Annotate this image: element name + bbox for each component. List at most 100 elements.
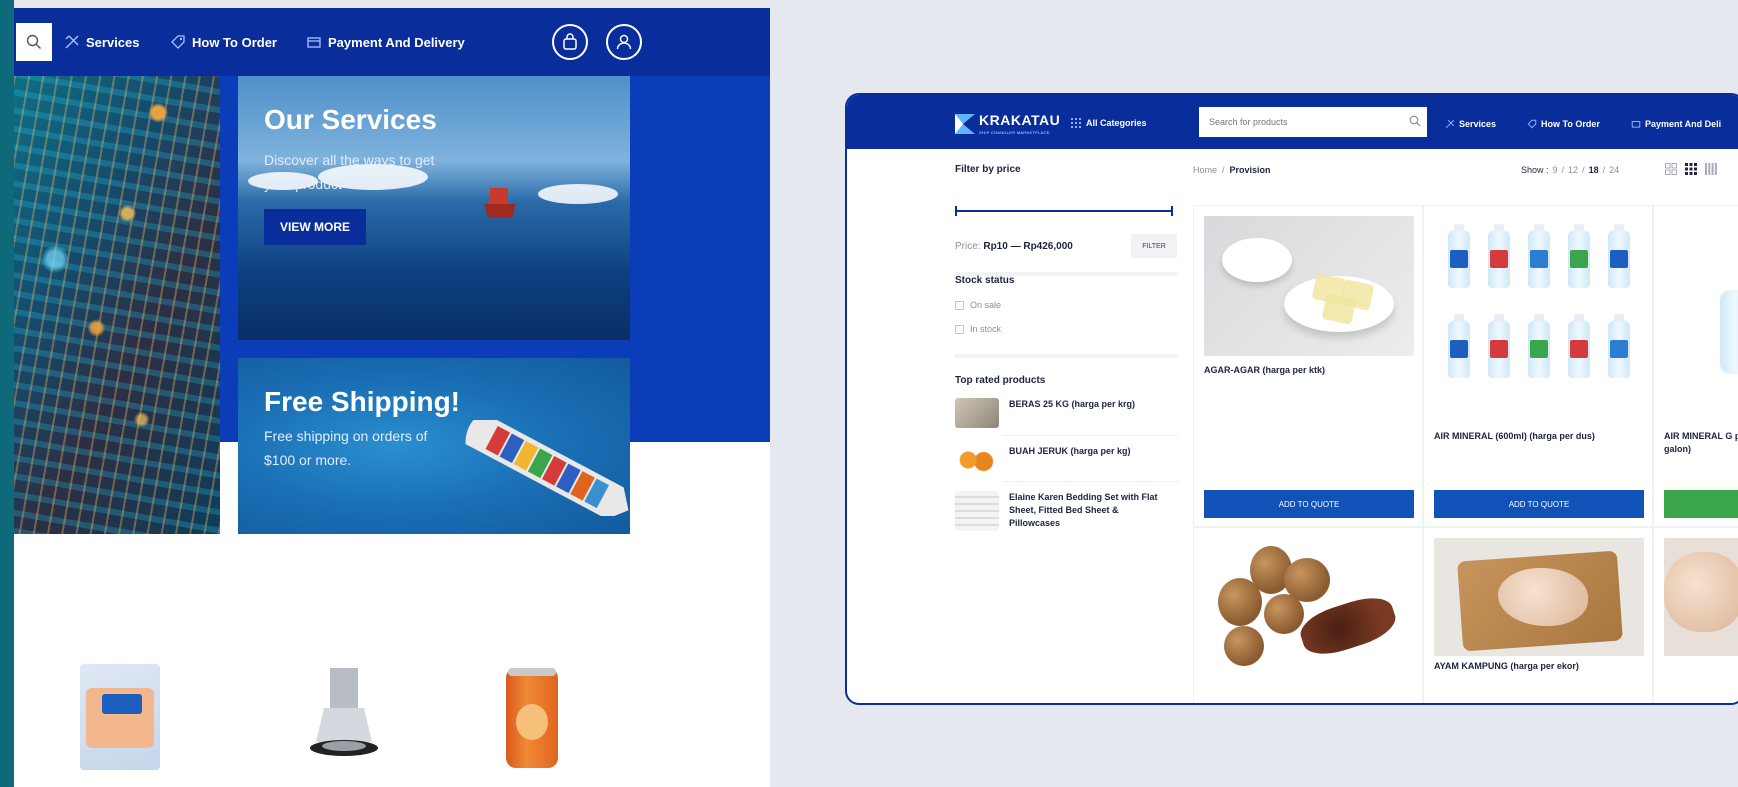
product-name[interactable]: AYAM KAMPUNG (harga per ekor) [1434, 660, 1644, 673]
shipping-title: Free Shipping! [264, 386, 460, 417]
search-icon[interactable] [1409, 115, 1421, 127]
product-card[interactable]: AYAM KAMPUNG (harga per ekor) [1423, 527, 1653, 703]
top-rated-name: BUAH JERUK (harga per kg) [1009, 446, 1131, 456]
product-image[interactable] [1664, 216, 1738, 426]
left-navbar: Services How To Order Payment And Delive… [14, 8, 770, 76]
product-name[interactable]: AIR MINERAL G per galon) [1664, 430, 1738, 456]
grid-3-icon[interactable] [1685, 163, 1697, 175]
product-image[interactable] [1664, 538, 1738, 656]
top-rated-name: BERAS 25 KG (harga per krg) [1009, 399, 1136, 409]
filter-button[interactable]: FILTER [1131, 234, 1177, 258]
account-button[interactable] [606, 24, 642, 60]
product-image[interactable] [1434, 538, 1644, 656]
top-rated-item[interactable]: BERAS 25 KG (harga per krg) [955, 398, 1159, 428]
services-card: Our Services Discover all the ways to ge… [238, 76, 630, 340]
price-slider-min-handle[interactable] [955, 206, 957, 216]
filter-price-title: Filter by price [955, 164, 1021, 175]
logo-tagline: SHIP CHANDLER MARKETPLACE [979, 130, 1050, 135]
grid-2-icon[interactable] [1665, 163, 1677, 175]
shop-nav-services-label: Services [1459, 119, 1497, 129]
top-rated-name: Elaine Karen Bedding Set with Flat Sheet… [1009, 492, 1158, 528]
shipping-card: Free Shipping! Free shipping on orders o… [238, 358, 630, 534]
tag-icon [1527, 119, 1537, 129]
breadcrumb-home[interactable]: Home [1193, 165, 1217, 175]
breadcrumb-current: Provision [1229, 165, 1271, 175]
grid-icon [1071, 118, 1081, 128]
port-aerial-image [14, 76, 220, 534]
stock-option-in-stock[interactable]: In stock [955, 324, 1001, 334]
shop-nav-payment-delivery[interactable]: Payment And Deli [1631, 119, 1721, 129]
show-per-page: Show : 9 / 12 / 18 / 24 [1521, 165, 1620, 175]
nav-payment-delivery[interactable]: Payment And Delivery [306, 34, 465, 50]
product-card[interactable]: AIR MINERAL G per galon) [1653, 205, 1738, 527]
checkbox[interactable] [955, 324, 964, 334]
product-thumb-part[interactable] [306, 668, 382, 768]
add-to-quote-button[interactable]: ADD TO QUOTE [1434, 490, 1644, 518]
grid-4-icon[interactable] [1705, 163, 1717, 175]
cart-button[interactable] [552, 24, 588, 60]
shop-nav-payment-delivery-label: Payment And Deli [1645, 119, 1722, 129]
shop-nav-services[interactable]: Services [1445, 119, 1496, 129]
top-rated-divider [1003, 481, 1179, 482]
top-rated-thumb [955, 491, 999, 531]
left-mockup: Services How To Order Payment And Delive… [14, 0, 770, 787]
shipping-text: Free shipping on orders of $100 or more. [264, 428, 428, 468]
product-card[interactable] [1193, 527, 1423, 703]
show-option-24[interactable]: 24 [1609, 165, 1619, 175]
checkbox[interactable] [955, 300, 964, 310]
product-card[interactable] [1653, 527, 1738, 703]
top-strip [14, 0, 770, 8]
product-name[interactable]: AIR MINERAL (600ml) (harga per dus) [1434, 430, 1644, 443]
stock-option-label: In stock [970, 324, 1002, 334]
show-option-9[interactable]: 9 [1553, 165, 1558, 175]
price-slider-max-handle[interactable] [1171, 206, 1173, 216]
search-button[interactable] [16, 23, 52, 61]
show-option-18[interactable]: 18 [1589, 165, 1599, 175]
services-title: Our Services [264, 104, 437, 135]
tools-icon [65, 35, 79, 49]
ship-icon [484, 188, 516, 218]
tools-icon [1445, 119, 1455, 129]
stock-status-title: Stock status [955, 275, 1015, 286]
view-toggle [1665, 163, 1717, 175]
product-thumb-can[interactable] [506, 668, 558, 768]
add-to-quote-button[interactable]: ADD TO QUOTE [1204, 490, 1414, 518]
all-categories-button[interactable]: All Categories [1071, 118, 1147, 128]
top-rated-divider [1003, 435, 1179, 436]
stock-option-on-sale[interactable]: On sale [955, 300, 1001, 310]
breadcrumb: Home / Provision [1193, 165, 1271, 175]
logo-text: KRAKATAU [979, 112, 1061, 128]
teal-edge-strip [0, 0, 14, 787]
product-thumb-chicken[interactable] [80, 664, 160, 770]
nav-how-to-order[interactable]: How To Order [170, 34, 277, 50]
cargo-ship-icon [465, 420, 629, 516]
search-input[interactable] [1199, 107, 1427, 137]
nav-services-label: Services [86, 34, 140, 50]
product-name[interactable]: AGAR-AGAR (harga per ktk) [1204, 364, 1414, 377]
view-more-button[interactable]: VIEW MORE [264, 209, 366, 245]
user-icon [616, 34, 632, 50]
price-slider[interactable] [955, 206, 1173, 216]
krakatau-logo[interactable]: KRAKATAU SHIP CHANDLER MARKETPLACE [955, 112, 1060, 135]
top-rated-item[interactable]: BUAH JERUK (harga per kg) [955, 445, 1159, 475]
top-rated-thumb [955, 398, 999, 428]
show-option-12[interactable]: 12 [1568, 165, 1578, 175]
product-image[interactable] [1204, 538, 1414, 678]
price-range-value: Rp10 — Rp426,000 [983, 241, 1073, 252]
services-text: Discover all the ways to get your produc… [264, 152, 435, 192]
nav-services[interactable]: Services [64, 34, 140, 50]
top-rated-title: Top rated products [955, 375, 1046, 386]
shop-nav-how-to-order-label: How To Order [1541, 119, 1600, 129]
breadcrumb-separator: / [1222, 165, 1225, 175]
shop-nav-how-to-order[interactable]: How To Order [1527, 119, 1600, 129]
top-rated-item[interactable]: Elaine Karen Bedding Set with Flat Sheet… [955, 491, 1159, 531]
box-icon [1631, 121, 1641, 128]
product-image[interactable] [1204, 216, 1414, 356]
product-card[interactable]: AIR MINERAL (600ml) (harga per dus) ADD … [1423, 205, 1653, 527]
add-to-quote-button[interactable] [1664, 490, 1738, 518]
logo-mark-icon [955, 113, 975, 134]
product-image[interactable] [1434, 216, 1644, 426]
product-card[interactable]: AGAR-AGAR (harga per ktk) ADD TO QUOTE [1193, 205, 1423, 527]
nav-payment-delivery-label: Payment And Delivery [328, 34, 465, 50]
nav-how-to-order-label: How To Order [192, 34, 277, 50]
